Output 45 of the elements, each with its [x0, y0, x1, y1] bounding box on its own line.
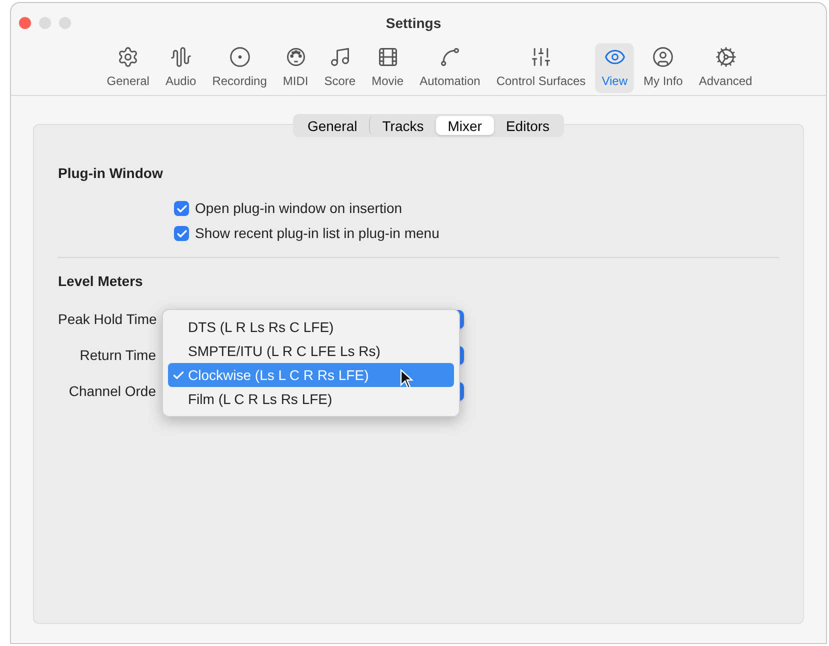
- checkbox[interactable]: [174, 226, 189, 241]
- close-button[interactable]: [19, 17, 31, 29]
- record-icon: [228, 46, 251, 68]
- music-notes-icon: [328, 46, 351, 68]
- toolbar-tab[interactable]: My Info: [636, 43, 690, 93]
- toolbar-tab[interactable]: MIDI: [276, 43, 316, 93]
- toolbar-tab[interactable]: Control Surfaces: [489, 43, 593, 93]
- toolbar-tab[interactable]: View: [594, 43, 634, 93]
- film-icon: [376, 46, 399, 68]
- toolbar-tab[interactable]: Advanced: [692, 43, 760, 93]
- user-icon: [652, 46, 674, 68]
- menu-item-label: DTS (L R Ls Rs C LFE): [188, 318, 334, 337]
- field-label: Channel Orde: [68, 382, 156, 401]
- toolbar-tab[interactable]: Recording: [205, 43, 274, 93]
- mouse-cursor-icon: [400, 369, 414, 389]
- section-heading: Level Meters: [58, 272, 144, 291]
- checkmark-icon: [176, 202, 188, 214]
- checkbox-label: Show recent plug-in list in plug-in menu: [195, 224, 440, 243]
- midi-port-icon: [284, 46, 307, 68]
- toolbar-tab[interactable]: Automation: [412, 43, 488, 93]
- checkbox[interactable]: [174, 201, 189, 216]
- segment-tab[interactable]: Mixer: [436, 116, 494, 135]
- menu-item-label: SMPTE/ITU (L R C LFE Ls Rs): [188, 342, 380, 361]
- sliders-icon: [530, 46, 552, 68]
- section-heading: Plug-in Window: [58, 164, 164, 183]
- segment-tab[interactable]: Editors: [494, 116, 562, 135]
- waveform-icon: [170, 46, 192, 68]
- checkmark-icon: [176, 228, 188, 240]
- toolbar-tab[interactable]: General: [100, 43, 156, 93]
- menu-item[interactable]: DTS (L R Ls Rs C LFE): [168, 315, 454, 339]
- menu-item[interactable]: Film (L C R Ls Rs LFE): [168, 387, 454, 411]
- field-label: Peak Hold Time: [58, 310, 157, 329]
- curve-icon: [438, 46, 461, 68]
- gear-icon: [117, 46, 140, 68]
- menu-item[interactable]: SMPTE/ITU (L R C LFE Ls Rs): [168, 339, 454, 363]
- menu-item-label: Film (L C R Ls Rs LFE): [188, 390, 332, 409]
- toolbar-tab[interactable]: Audio: [158, 43, 204, 93]
- menu-item-label: Clockwise (Ls L C R Rs LFE): [188, 366, 369, 385]
- field-label: Return Time: [80, 346, 156, 365]
- toolbar-tab[interactable]: Score: [317, 43, 363, 93]
- segment-tab[interactable]: General: [295, 116, 370, 135]
- checkbox-label: Open plug-in window on insertion: [195, 199, 402, 218]
- checkmark-icon: [172, 368, 184, 382]
- window-title: Settings: [386, 14, 442, 33]
- toolbar-tab[interactable]: Movie: [364, 43, 411, 93]
